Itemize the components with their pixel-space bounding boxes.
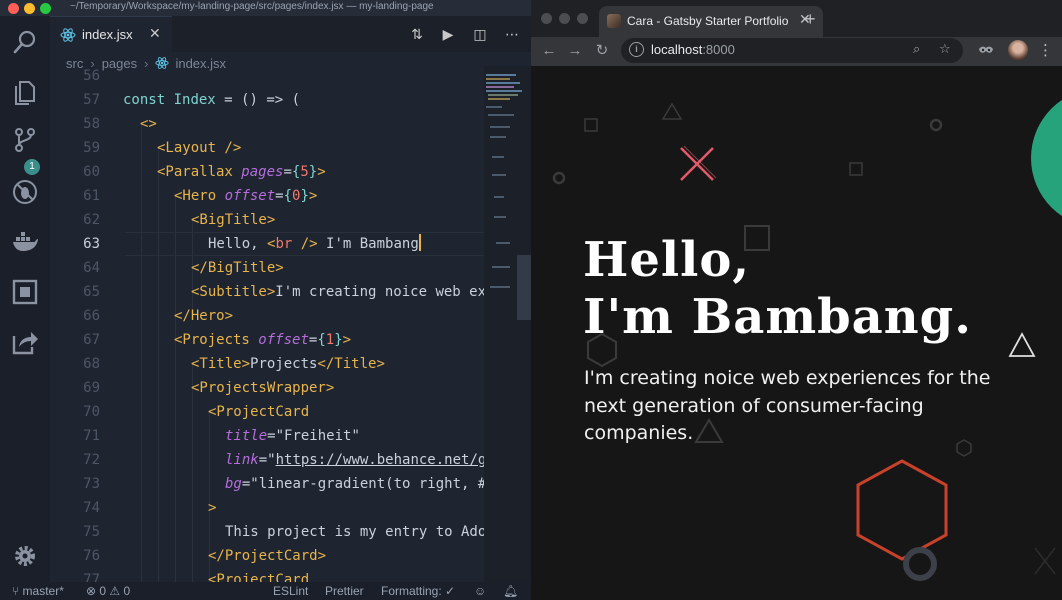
profile-avatar[interactable] xyxy=(1008,40,1028,60)
docker-icon[interactable] xyxy=(11,228,39,256)
open-changes-icon[interactable]: ⇅ xyxy=(408,25,426,43)
feedback-smiley-icon[interactable]: ☺ xyxy=(474,584,486,598)
editor-titlebar: ~/Temporary/Workspace/my-landing-page/sr… xyxy=(0,0,531,16)
status-bar: ⑂ master* ⊗ 0 ⚠ 0 ESLint Prettier Format… xyxy=(0,582,531,600)
code-line: 57 const Index = () => ( xyxy=(83,92,301,108)
browser-window: Cara - Gatsby Starter Portfolio ✕ + ← → … xyxy=(531,0,1062,600)
code-line: 69 <ProjectsWrapper> xyxy=(83,380,335,396)
triangle-shape xyxy=(661,102,683,120)
url-text: localhost:8000 xyxy=(651,42,735,57)
maximize-window-button[interactable] xyxy=(40,3,51,14)
git-branch[interactable]: ⑂ master* xyxy=(12,584,64,598)
zoom-icon[interactable]: ⌕ xyxy=(913,41,920,57)
code-line: 60 <Parallax pages={5}> xyxy=(83,164,326,180)
hero-title-line1: Hello, xyxy=(583,232,751,288)
split-editor-icon[interactable]: ◫ xyxy=(471,25,489,43)
tab-index-jsx[interactable]: index.jsx ✕ xyxy=(50,16,172,52)
editor-tab-bar: index.jsx ✕ ⇅ ▶ ◫ ⋯ xyxy=(50,16,531,52)
back-arrow-icon[interactable]: ← xyxy=(539,41,559,61)
tab-label: index.jsx xyxy=(82,27,133,42)
code-line: 74 > xyxy=(83,500,217,516)
editor-scrollbar-thumb[interactable] xyxy=(517,255,531,320)
notifications-bell-icon[interactable]: 🔔︎ xyxy=(503,584,518,598)
minimap[interactable] xyxy=(484,66,531,582)
minimize-window-button[interactable] xyxy=(24,3,35,14)
x-shape xyxy=(1034,547,1056,575)
code-editor-window: ~/Temporary/Workspace/my-landing-page/sr… xyxy=(0,0,531,600)
code-area[interactable]: 56 57 const Index = () => ( 58 <> 59 <Layou… xyxy=(50,66,484,582)
code-line: 70 <ProjectCard xyxy=(83,404,310,420)
run-play-icon[interactable]: ▶ xyxy=(439,25,457,43)
browser-menu-icon[interactable]: ⋮ xyxy=(1038,41,1053,59)
code-line: 77 <ProjectCard xyxy=(83,572,310,582)
formatting-status[interactable]: Formatting: ✓ xyxy=(381,584,455,598)
more-actions-icon[interactable]: ⋯ xyxy=(503,25,521,43)
code-line: 76 </ProjectCard> xyxy=(83,548,327,564)
prettier-status[interactable]: Prettier xyxy=(325,584,364,598)
page-viewport[interactable]: Hello, I'm Bambang. I'm creating noice w… xyxy=(531,66,1062,600)
favicon xyxy=(607,14,621,28)
forward-arrow-icon[interactable]: → xyxy=(565,41,585,61)
live-share-icon[interactable] xyxy=(11,328,39,356)
reload-icon[interactable]: ↻ xyxy=(592,41,612,61)
minimize-window-button[interactable] xyxy=(559,13,570,24)
circle-shape xyxy=(929,118,943,132)
hero-title: Hello, I'm Bambang. xyxy=(583,232,972,346)
hero-title-line2: I'm Bambang. xyxy=(583,289,972,345)
code-line: 61 <Hero offset={0}> xyxy=(83,188,318,204)
browser-tab[interactable]: Cara - Gatsby Starter Portfolio ✕ xyxy=(599,6,823,37)
ring-shape xyxy=(903,547,937,581)
square-shape xyxy=(584,118,598,132)
square-shape xyxy=(849,162,863,176)
code-line: 66 </Hero> xyxy=(83,308,234,324)
close-tab-icon[interactable]: ✕ xyxy=(149,25,161,42)
source-control-badge: 1 xyxy=(24,159,40,175)
white-triangle-shape xyxy=(1008,332,1036,357)
code-line: 75This project is my entry to Adobe's xyxy=(83,524,484,540)
code-line: 71 title="Freiheit" xyxy=(83,428,360,444)
react-file-icon xyxy=(60,28,76,42)
code-line: 58 <> xyxy=(83,116,157,132)
explorer-files-icon[interactable] xyxy=(11,78,39,106)
browser-tab-strip: Cara - Gatsby Starter Portfolio ✕ + xyxy=(531,0,1062,37)
eslint-status[interactable]: ESLint xyxy=(273,584,308,598)
editor-window-title: ~/Temporary/Workspace/my-landing-page/sr… xyxy=(70,1,434,12)
close-window-button[interactable] xyxy=(541,13,552,24)
search-icon[interactable] xyxy=(11,28,39,56)
debug-icon[interactable] xyxy=(11,178,39,206)
circle-shape xyxy=(552,171,566,185)
orange-hexagon-shape xyxy=(856,459,948,561)
site-info-icon[interactable]: i xyxy=(629,42,644,57)
new-tab-button[interactable]: + xyxy=(805,9,816,30)
source-control-icon[interactable] xyxy=(11,126,39,154)
close-window-button[interactable] xyxy=(8,3,19,14)
code-line: 73bg="linear-gradient(to right, #D4145A xyxy=(83,476,484,492)
problems-indicator[interactable]: ⊗ 0 ⚠ 0 xyxy=(86,584,130,598)
extensions-icon[interactable] xyxy=(11,278,39,306)
extension-mask-icon[interactable] xyxy=(977,42,995,60)
text-cursor xyxy=(418,234,421,251)
address-bar[interactable]: i localhost:8000 ⌕ ☆ xyxy=(621,38,963,63)
browser-toolbar: ← → ↻ i localhost:8000 ⌕ ☆ ⋮ xyxy=(531,37,1062,66)
pink-x-shape xyxy=(680,145,717,181)
code-line: 59 <Layout /> xyxy=(83,140,242,156)
hero-subtitle: I'm creating noice web experiences for t… xyxy=(584,367,991,444)
browser-tab-title: Cara - Gatsby Starter Portfolio xyxy=(627,14,789,28)
bookmark-star-icon[interactable]: ☆ xyxy=(939,41,951,57)
code-line-current: 63 Hello, <br /> I'm Bambang xyxy=(83,234,421,252)
code-line: 68 <Title>Projects</Title> xyxy=(83,356,385,372)
settings-gear-icon[interactable] xyxy=(11,542,39,570)
activity-bar: 1 xyxy=(0,16,50,582)
code-line: 72link="https://www.behance.net/gallery xyxy=(83,452,484,468)
code-line: 62 <BigTitle> xyxy=(83,212,276,228)
code-line: 67 <Projects offset={1}> xyxy=(83,332,352,348)
code-line: 64 </BigTitle> xyxy=(83,260,284,276)
maximize-window-button[interactable] xyxy=(577,13,588,24)
code-line: 56 xyxy=(83,68,100,84)
green-circle-shape xyxy=(1031,99,1062,217)
code-line: 65<Subtitle>I'm creating noice web exper… xyxy=(83,284,484,300)
